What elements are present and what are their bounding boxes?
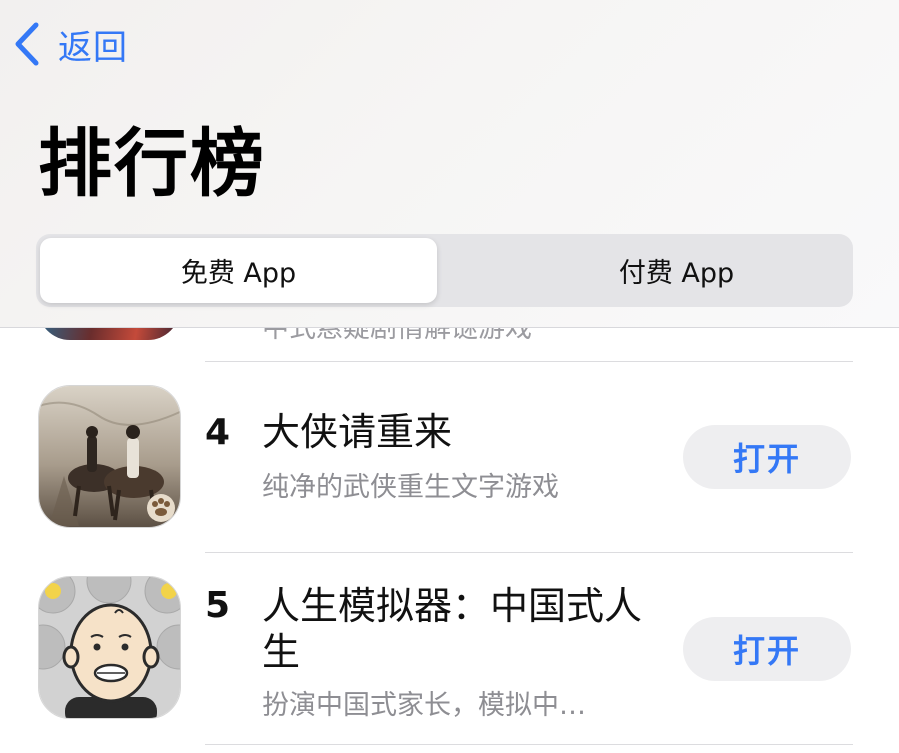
app-subtitle: 扮演中国式家长，模拟中… bbox=[262, 690, 586, 721]
row-divider bbox=[205, 744, 853, 745]
rank-number: 4 bbox=[205, 412, 231, 453]
tab-free-apps[interactable]: 免费 App bbox=[40, 238, 437, 303]
app-subtitle: 纯净的武侠重生文字游戏 bbox=[262, 472, 559, 503]
back-button[interactable]: 返回 bbox=[10, 20, 128, 68]
app-name[interactable]: 人生模拟器：中国式人生 bbox=[262, 583, 642, 675]
tab-paid-apps[interactable]: 付费 App bbox=[478, 238, 875, 303]
bald-cartoon-man-icon bbox=[39, 577, 180, 718]
rank-number: 5 bbox=[205, 585, 231, 626]
navigation-header: 返回 排行榜 免费 App 付费 App bbox=[0, 0, 899, 328]
row-divider bbox=[205, 361, 853, 362]
wuxia-riders-icon bbox=[39, 386, 180, 527]
back-label: 返回 bbox=[58, 27, 128, 68]
row-divider bbox=[205, 552, 853, 553]
app-icon-dxqcl[interactable] bbox=[38, 385, 181, 528]
page-title: 排行榜 bbox=[38, 121, 266, 207]
segmented-control: 免费 App 付费 App bbox=[36, 234, 853, 307]
app-icon-life-simulator[interactable] bbox=[38, 576, 181, 719]
open-button[interactable]: 打开 bbox=[683, 617, 851, 681]
chevron-left-icon bbox=[15, 22, 39, 66]
open-button[interactable]: 打开 bbox=[683, 425, 851, 489]
app-name[interactable]: 大侠请重来 bbox=[262, 409, 642, 455]
